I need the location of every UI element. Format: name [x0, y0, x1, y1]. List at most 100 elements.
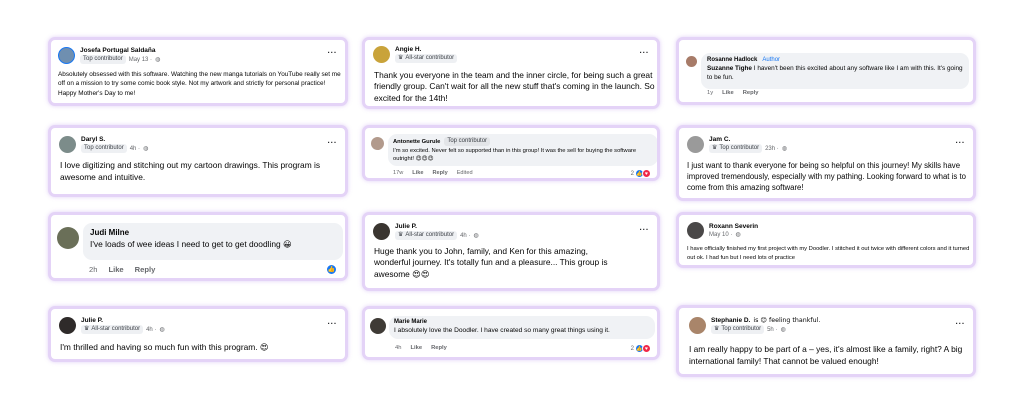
author-name[interactable]: Antonette Gurule [393, 139, 440, 145]
emoji: 😍😍😍 [415, 156, 434, 163]
globe-icon: ◍ [735, 232, 741, 238]
author-name[interactable]: Judi Milne [90, 228, 336, 237]
emoji: 😍 [259, 342, 269, 352]
reply-button[interactable]: Reply [432, 170, 447, 176]
badge-icon: ♛ [712, 145, 718, 151]
post-card: Angie H. ♛ All-star contributor ··· Thank… [362, 37, 660, 109]
author-label: Author [762, 57, 781, 63]
avatar[interactable] [371, 137, 384, 150]
more-options-icon[interactable]: ··· [640, 225, 650, 234]
post-card: Marie Marie I absolutely love the Doodle… [362, 306, 660, 360]
post-card: Roxann Severin May 10 · ◍ I have officia… [676, 212, 976, 268]
author-name[interactable]: Roxann Severin [709, 223, 758, 230]
author-name[interactable]: Josefa Portugal Saldaña [80, 47, 160, 54]
timestamp[interactable]: 4h [395, 345, 401, 351]
author-name[interactable]: Rosanne Hadlock [707, 57, 757, 63]
love-reaction-icon: ♥ [642, 344, 651, 353]
badge-icon: ♛ [398, 55, 404, 61]
globe-icon: ◍ [159, 327, 165, 333]
more-options-icon[interactable]: ··· [956, 319, 966, 328]
emoji: 😀 [282, 239, 292, 249]
reply-button[interactable]: Reply [431, 345, 447, 351]
author-name[interactable]: Julie P. [395, 223, 479, 230]
avatar[interactable] [686, 56, 697, 67]
post-text: Huge thank you to John, family, and Ken … [374, 246, 608, 279]
badge-icon: ♛ [398, 232, 404, 238]
more-options-icon[interactable]: ··· [956, 138, 966, 147]
post-card: Julie P. ♛ All-star contributor 4h · ◍ ··… [48, 306, 348, 362]
timestamp[interactable]: 23h · [765, 146, 779, 152]
comment-bubble: Marie Marie I absolutely love the Doodle… [389, 316, 655, 339]
like-button[interactable]: Like [108, 265, 123, 274]
author-name[interactable]: Marie Marie [394, 319, 650, 325]
author-name[interactable]: Angie H. [395, 46, 457, 53]
globe-icon: ◍ [780, 327, 786, 333]
love-reaction-icon: ♥ [642, 169, 651, 178]
reaction-summary[interactable]: 2 👍 ♥ [631, 169, 651, 178]
post-card: Antonette Gurule Top contributor I'm so … [362, 125, 660, 181]
post-text: I just want to thank everyone for being … [687, 161, 966, 193]
like-button[interactable]: Like [412, 170, 423, 176]
timestamp[interactable]: May 13 · [129, 57, 152, 63]
author-name[interactable]: Stephanie D. [711, 317, 750, 324]
avatar[interactable] [59, 136, 76, 153]
globe-icon: ◍ [781, 146, 788, 152]
post-text: I have officially finished my first proj… [687, 246, 970, 261]
timestamp[interactable]: 17w [393, 170, 403, 176]
post-text: Thank you everyone in the team and the i… [374, 70, 655, 103]
like-button[interactable]: Like [722, 90, 734, 96]
timestamp[interactable]: 4h · [130, 146, 140, 152]
avatar[interactable] [373, 46, 390, 63]
edited-label: Edited [456, 170, 473, 176]
timestamp[interactable]: 4h · [146, 327, 156, 333]
author-name[interactable]: Daryl S. [81, 136, 148, 143]
mentioned-user[interactable]: Suzanne Tighe [707, 65, 752, 72]
comment-text: I absolutely love the Doodler. I have cr… [394, 327, 610, 334]
timestamp[interactable]: May 10 · [709, 232, 732, 238]
avatar[interactable] [370, 318, 386, 334]
author-name[interactable]: Julie P. [81, 317, 165, 324]
contributor-badge: ♛ All-star contributor [395, 231, 458, 240]
comment-bubble: Judi Milne I've loads of wee ideas I nee… [83, 223, 343, 260]
post-card: Jam C. ♛ Top contributor 23h · ◍ ··· I ju… [676, 125, 976, 201]
post-text: Absolutely obsessed with this software. … [58, 71, 341, 97]
reaction-summary[interactable]: 2 👍 ♥ [631, 344, 651, 353]
more-options-icon[interactable]: ··· [328, 138, 338, 147]
avatar[interactable] [59, 317, 76, 334]
globe-icon: ◍ [155, 57, 161, 63]
like-reaction-icon[interactable]: 👍 [326, 264, 337, 275]
timestamp[interactable]: 4h · [460, 233, 470, 239]
more-options-icon[interactable]: ··· [328, 319, 338, 328]
contributor-badge: ♛ All-star contributor [81, 325, 144, 334]
comment-bubble: Antonette Gurule Top contributor I'm so … [388, 134, 657, 166]
timestamp[interactable]: 2h [89, 265, 97, 274]
avatar[interactable] [687, 136, 704, 153]
avatar[interactable] [57, 227, 79, 249]
post-card: Josefa Portugal Saldaña Top contributor … [48, 37, 348, 106]
post-card: Julie P. ♛ All-star contributor 4h · ◍ ··… [362, 212, 660, 291]
timestamp[interactable]: 1y [707, 90, 713, 96]
post-text: I love digitizing and stitching out my c… [60, 160, 321, 183]
avatar[interactable] [689, 317, 706, 334]
avatar[interactable] [373, 223, 390, 240]
more-options-icon[interactable]: ··· [640, 48, 650, 57]
contributor-badge: Top contributor [81, 144, 127, 153]
globe-icon: ◍ [473, 233, 479, 239]
avatar[interactable] [58, 47, 75, 64]
post-card: Daryl S. Top contributor 4h · ◍ ··· I lo… [48, 125, 348, 197]
contributor-badge: Top contributor [444, 137, 491, 146]
badge-icon: ♛ [84, 326, 90, 332]
reply-button[interactable]: Reply [135, 265, 156, 274]
post-card: Rosanne Hadlock Author Suzanne Tighe I h… [676, 37, 976, 105]
more-options-icon[interactable]: ··· [328, 48, 338, 57]
comment-text: I've loads of wee ideas I need to get to… [90, 239, 281, 249]
post-card: Stephanie D. is 😊 feeling thankful. ♛ Top… [676, 305, 976, 377]
timestamp[interactable]: 5h · [767, 327, 777, 333]
author-name[interactable]: Jam C. [709, 136, 787, 143]
contributor-badge: Top contributor [80, 55, 126, 64]
contributor-badge: ♛ All-star contributor [395, 54, 458, 63]
like-button[interactable]: Like [410, 345, 422, 351]
globe-icon: ◍ [143, 146, 149, 152]
reply-button[interactable]: Reply [743, 90, 759, 96]
avatar[interactable] [687, 222, 704, 239]
